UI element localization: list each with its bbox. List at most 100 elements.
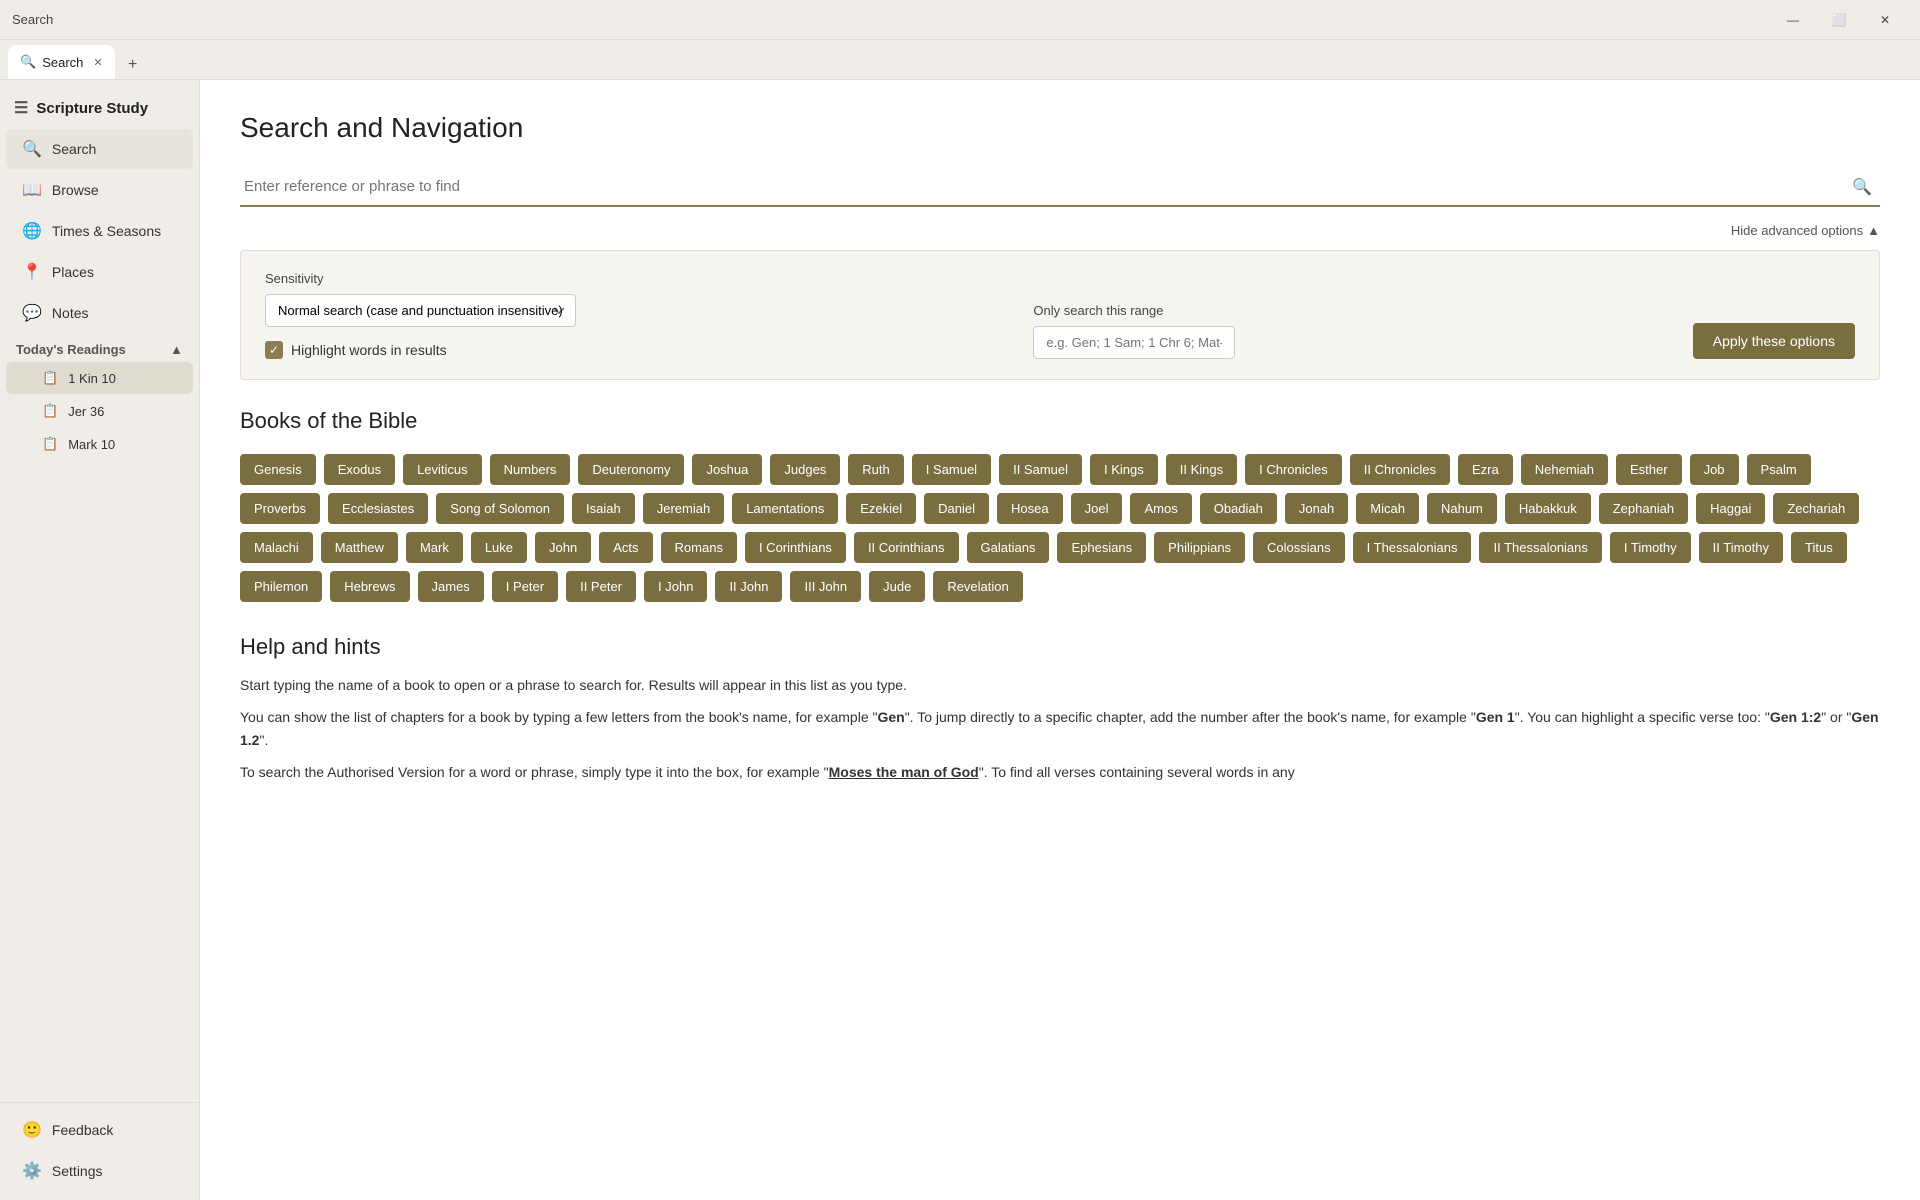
book-btn-acts[interactable]: Acts: [599, 532, 652, 563]
minimize-button[interactable]: —: [1770, 0, 1816, 40]
book-btn-titus[interactable]: Titus: [1791, 532, 1847, 563]
book-btn-joshua[interactable]: Joshua: [692, 454, 762, 485]
sidebar-item-search[interactable]: 🔍 Search: [6, 129, 193, 169]
book-btn-genesis[interactable]: Genesis: [240, 454, 316, 485]
book-btn-amos[interactable]: Amos: [1130, 493, 1191, 524]
sidebar-item-places[interactable]: 📍 Places: [6, 252, 193, 292]
book-btn-hosea[interactable]: Hosea: [997, 493, 1063, 524]
book-btn-iii-john[interactable]: III John: [790, 571, 861, 602]
book-btn-james[interactable]: James: [418, 571, 484, 602]
search-input[interactable]: [240, 168, 1844, 205]
help-p2-mid1: ". To jump directly to a specific chapte…: [905, 709, 1476, 725]
book-btn-jude[interactable]: Jude: [869, 571, 925, 602]
book-btn-i-kings[interactable]: I Kings: [1090, 454, 1158, 485]
hide-advanced-button[interactable]: Hide advanced options ▲: [1731, 223, 1880, 238]
book-btn-luke[interactable]: Luke: [471, 532, 527, 563]
book-btn-ezekiel[interactable]: Ezekiel: [846, 493, 916, 524]
sidebar-item-notes[interactable]: 💬 Notes: [6, 293, 193, 333]
book-btn-ii-chronicles[interactable]: II Chronicles: [1350, 454, 1450, 485]
book-btn-deuteronomy[interactable]: Deuteronomy: [578, 454, 684, 485]
sidebar-item-browse[interactable]: 📖 Browse: [6, 170, 193, 210]
sidebar-sub-label-jer36: Jer 36: [68, 404, 104, 419]
book-btn-ruth[interactable]: Ruth: [848, 454, 903, 485]
book-btn-zechariah[interactable]: Zechariah: [1773, 493, 1859, 524]
book-btn-ii-thessalonians[interactable]: II Thessalonians: [1479, 532, 1601, 563]
book-btn-ii-corinthians[interactable]: II Corinthians: [854, 532, 959, 563]
book-btn-lamentations[interactable]: Lamentations: [732, 493, 838, 524]
sidebar-item-places-label: Places: [52, 264, 94, 280]
highlight-label[interactable]: Highlight words in results: [291, 342, 447, 358]
sidebar-item-settings[interactable]: ⚙️ Settings: [6, 1151, 193, 1191]
sensitivity-select[interactable]: Normal search (case and punctuation inse…: [265, 294, 576, 327]
book-btn-habakkuk[interactable]: Habakkuk: [1505, 493, 1591, 524]
book-btn-isaiah[interactable]: Isaiah: [572, 493, 635, 524]
tab-search-icon: 🔍: [20, 54, 36, 70]
book-btn-john[interactable]: John: [535, 532, 591, 563]
book-btn-esther[interactable]: Esther: [1616, 454, 1682, 485]
hamburger-icon[interactable]: ☰: [14, 98, 28, 118]
book-btn-zephaniah[interactable]: Zephaniah: [1599, 493, 1688, 524]
new-tab-button[interactable]: +: [119, 51, 147, 79]
book-btn-i-corinthians[interactable]: I Corinthians: [745, 532, 846, 563]
book-btn-ii-peter[interactable]: II Peter: [566, 571, 636, 602]
close-button[interactable]: ✕: [1862, 0, 1908, 40]
today-readings-section[interactable]: Today's Readings▲: [0, 334, 199, 361]
book-btn-proverbs[interactable]: Proverbs: [240, 493, 320, 524]
sidebar-item-search-label: Search: [52, 141, 96, 157]
book-btn-colossians[interactable]: Colossians: [1253, 532, 1345, 563]
page-title: Search and Navigation: [240, 112, 1880, 144]
sidebar-item-settings-label: Settings: [52, 1163, 103, 1179]
book-btn-daniel[interactable]: Daniel: [924, 493, 989, 524]
book-btn-philemon[interactable]: Philemon: [240, 571, 322, 602]
book-btn-ii-john[interactable]: II John: [715, 571, 782, 602]
sidebar-sub-item-jer36[interactable]: 📋 Jer 36: [6, 395, 193, 427]
book-btn-romans[interactable]: Romans: [661, 532, 737, 563]
book-btn-hebrews[interactable]: Hebrews: [330, 571, 409, 602]
help-p2-bold3: Gen 1:2: [1770, 709, 1821, 725]
book-btn-micah[interactable]: Micah: [1356, 493, 1419, 524]
book-btn-i-timothy[interactable]: I Timothy: [1610, 532, 1691, 563]
book-btn-ii-samuel[interactable]: II Samuel: [999, 454, 1082, 485]
book-btn-mark[interactable]: Mark: [406, 532, 463, 563]
highlight-checkbox[interactable]: ✓: [265, 341, 283, 359]
book-btn-ecclesiastes[interactable]: Ecclesiastes: [328, 493, 428, 524]
book-btn-numbers[interactable]: Numbers: [490, 454, 571, 485]
apply-options-button[interactable]: Apply these options: [1693, 323, 1855, 359]
book-btn-galatians[interactable]: Galatians: [967, 532, 1050, 563]
book-btn-psalm[interactable]: Psalm: [1747, 454, 1811, 485]
book-btn-joel[interactable]: Joel: [1071, 493, 1123, 524]
book-btn-job[interactable]: Job: [1690, 454, 1739, 485]
book-btn-i-peter[interactable]: I Peter: [492, 571, 558, 602]
book-btn-i-john[interactable]: I John: [644, 571, 707, 602]
range-input[interactable]: [1033, 326, 1235, 359]
sidebar-sub-item-mark10[interactable]: 📋 Mark 10: [6, 428, 193, 460]
search-tab[interactable]: 🔍 Search ✕: [8, 45, 115, 79]
book-btn-matthew[interactable]: Matthew: [321, 532, 398, 563]
tab-close-button[interactable]: ✕: [93, 56, 102, 69]
maximize-button[interactable]: ⬜: [1816, 0, 1862, 40]
book-btn-i-samuel[interactable]: I Samuel: [912, 454, 991, 485]
book-btn-ii-timothy[interactable]: II Timothy: [1699, 532, 1783, 563]
book-btn-exodus[interactable]: Exodus: [324, 454, 395, 485]
book-btn-song-of-solomon[interactable]: Song of Solomon: [436, 493, 564, 524]
book-btn-i-chronicles[interactable]: I Chronicles: [1245, 454, 1342, 485]
book-btn-nehemiah[interactable]: Nehemiah: [1521, 454, 1608, 485]
book-btn-haggai[interactable]: Haggai: [1696, 493, 1765, 524]
book-btn-ezra[interactable]: Ezra: [1458, 454, 1513, 485]
sidebar-item-feedback[interactable]: 🙂 Feedback: [6, 1110, 193, 1150]
book-btn-i-thessalonians[interactable]: I Thessalonians: [1353, 532, 1472, 563]
book-btn-judges[interactable]: Judges: [770, 454, 840, 485]
book-btn-ii-kings[interactable]: II Kings: [1166, 454, 1237, 485]
book-btn-leviticus[interactable]: Leviticus: [403, 454, 482, 485]
book-btn-revelation[interactable]: Revelation: [933, 571, 1022, 602]
book-btn-obadiah[interactable]: Obadiah: [1200, 493, 1277, 524]
book-btn-jonah[interactable]: Jonah: [1285, 493, 1348, 524]
book-btn-malachi[interactable]: Malachi: [240, 532, 313, 563]
book-btn-jeremiah[interactable]: Jeremiah: [643, 493, 724, 524]
book-btn-ephesians[interactable]: Ephesians: [1057, 532, 1146, 563]
help-p2-bold2: Gen 1: [1476, 709, 1515, 725]
book-btn-nahum[interactable]: Nahum: [1427, 493, 1497, 524]
sidebar-sub-item-1kin10[interactable]: 📋 1 Kin 10: [6, 362, 193, 394]
book-btn-philippians[interactable]: Philippians: [1154, 532, 1245, 563]
sidebar-item-times-seasons[interactable]: 🌐 Times & Seasons: [6, 211, 193, 251]
